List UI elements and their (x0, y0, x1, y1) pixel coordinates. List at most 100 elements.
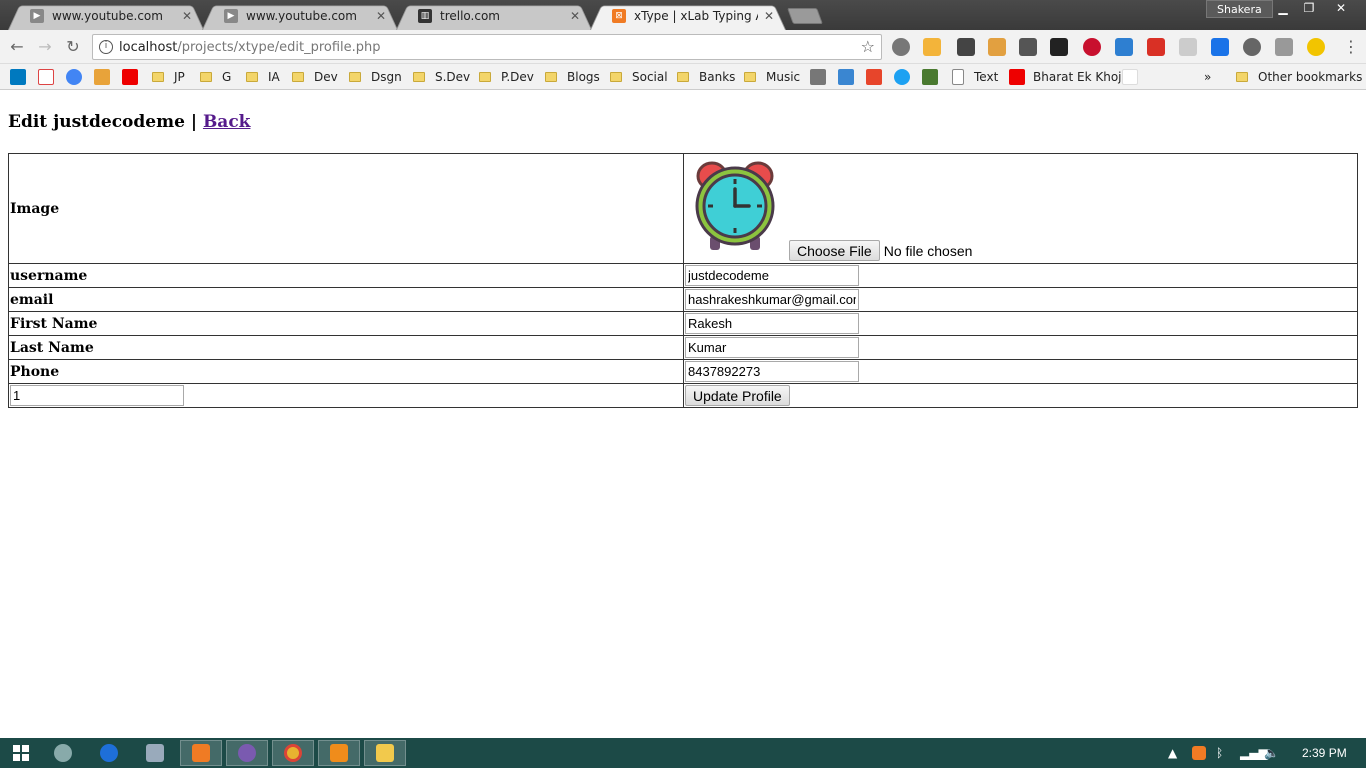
email-input[interactable] (685, 289, 859, 310)
menu-icon[interactable]: ⋮ (1343, 37, 1359, 56)
google-bookmark[interactable] (66, 68, 82, 86)
xampp-icon (192, 744, 210, 762)
url-text[interactable]: localhost/projects/xtype/edit_profile.ph… (119, 40, 381, 55)
taskbar-app-3[interactable] (134, 740, 176, 766)
taskbar-chrome[interactable] (272, 740, 314, 766)
bookmarks-overflow-chevron-icon[interactable]: » (1204, 68, 1211, 86)
bookmark-folder-music[interactable]: Music (744, 68, 800, 86)
bookmark-site-3[interactable] (866, 68, 882, 86)
tray-chevron-icon[interactable]: ▲ (1168, 738, 1177, 768)
bookmark-folder-g[interactable]: G (200, 68, 231, 86)
close-icon[interactable]: ✕ (376, 9, 386, 23)
bookmark-folder-blogs[interactable]: Blogs (545, 68, 600, 86)
adblock-plus-icon[interactable] (1083, 38, 1101, 56)
update-cell: Update Profile (683, 383, 1358, 408)
tab-title: www.youtube.com (52, 9, 163, 23)
back-link[interactable]: Back (203, 112, 251, 132)
info-icon[interactable]: i (99, 40, 113, 54)
back-arrow-icon[interactable]: ← (6, 36, 28, 58)
bookmark-label: S.Dev (435, 70, 471, 84)
close-icon[interactable]: ✕ (764, 9, 774, 23)
person-extension-icon[interactable] (1019, 38, 1037, 56)
bookmark-folder-jp[interactable]: JP (152, 68, 185, 86)
taskbar-explorer[interactable] (364, 740, 406, 766)
phone-label: Phone (8, 359, 684, 384)
bookmark-folder-ia[interactable]: IA (246, 68, 280, 86)
tab-xtype[interactable]: ⊠ xType | xLab Typing App ✕ (590, 2, 786, 30)
crown-icon (1122, 69, 1138, 85)
list-extension-icon[interactable] (1275, 38, 1293, 56)
id-input[interactable] (10, 385, 184, 406)
bookmark-crown[interactable] (1122, 68, 1138, 86)
trello-bookmark[interactable] (10, 68, 26, 86)
table-row: username (8, 263, 1358, 288)
restore-icon[interactable]: ❐ (1296, 0, 1322, 18)
bookmark-label: Banks (699, 70, 736, 84)
bookmark-folder-social[interactable]: Social (610, 68, 668, 86)
start-button[interactable] (0, 740, 42, 766)
bookmark-folder-banks[interactable]: Banks (677, 68, 735, 86)
bookmark-folder-pdev[interactable]: P.Dev (479, 68, 534, 86)
ruler-extension-icon[interactable] (988, 38, 1006, 56)
gmail-bookmark[interactable] (38, 68, 54, 86)
site-icon (810, 69, 826, 85)
table-row: email (8, 287, 1358, 312)
bookmark-folder-sdev[interactable]: S.Dev (413, 68, 470, 86)
taskbar-xampp[interactable] (180, 740, 222, 766)
table-row: Update Profile (8, 383, 1358, 408)
reload-icon[interactable]: ↻ (62, 36, 84, 58)
bookmark-site-1[interactable] (810, 68, 826, 86)
yellow-extension-icon[interactable] (1307, 38, 1325, 56)
apps-bookmark[interactable] (94, 68, 110, 86)
bluetooth-icon[interactable]: ᛒ (1216, 738, 1223, 768)
taskbar-app-5[interactable] (226, 740, 268, 766)
close-icon[interactable]: ✕ (570, 9, 580, 23)
mail-extension-icon[interactable] (923, 38, 941, 56)
volume-icon[interactable]: 🔈 (1264, 738, 1279, 768)
tray-xampp-icon[interactable] (1192, 738, 1206, 768)
bookmark-site-4[interactable] (894, 68, 910, 86)
phone-input[interactable] (685, 361, 859, 382)
first-name-input[interactable] (685, 313, 859, 334)
bookmark-star-icon[interactable]: ☆ (861, 37, 875, 56)
last-name-input[interactable] (685, 337, 859, 358)
profile-name-badge[interactable]: Shakera (1206, 0, 1273, 18)
bookmark-bharat[interactable]: Bharat Ek Khoj (1009, 68, 1122, 86)
new-extension-icon[interactable] (1115, 38, 1133, 56)
settings-extension-icon[interactable] (892, 38, 910, 56)
username-input[interactable] (685, 265, 859, 286)
bookmark-site-2[interactable] (838, 68, 854, 86)
sublime-text-icon (330, 744, 348, 762)
minimize-icon[interactable]: ▁ (1270, 0, 1296, 18)
close-window-icon[interactable]: ✕ (1326, 0, 1356, 18)
address-bar[interactable]: i localhost/projects/xtype/edit_profile.… (92, 34, 882, 60)
ninja-extension-icon[interactable] (1050, 38, 1068, 56)
bookmark-folder-dsgn[interactable]: Dsgn (349, 68, 402, 86)
choose-file-button[interactable]: Choose File (789, 240, 880, 261)
tab-trello[interactable]: ▥ trello.com ✕ (396, 2, 592, 30)
tab-youtube-2[interactable]: ▶ www.youtube.com ✕ (202, 2, 398, 30)
taskbar-clock[interactable]: 2:39 PM (1302, 746, 1347, 760)
new-tab-button[interactable] (787, 8, 823, 24)
profile-image (694, 158, 776, 257)
bookmark-site-5[interactable] (922, 68, 938, 86)
taskbar-firefox[interactable] (88, 740, 130, 766)
eyedropper-extension-icon[interactable] (957, 38, 975, 56)
table-row: Image Choose File No file chosen (8, 153, 1358, 264)
close-icon[interactable]: ✕ (182, 9, 192, 23)
bookmark-text[interactable]: Text (952, 68, 998, 86)
site-icon (894, 69, 910, 85)
forward-arrow-icon[interactable]: → (34, 36, 56, 58)
bookmarks-bar: JP G IA Dev Dsgn S.Dev P.Dev Blogs Socia… (0, 64, 1366, 90)
grey-extension-icon[interactable] (1179, 38, 1197, 56)
red-extension-icon[interactable] (1147, 38, 1165, 56)
bookmark-folder-dev[interactable]: Dev (292, 68, 338, 86)
update-profile-button[interactable]: Update Profile (685, 385, 790, 406)
tab-youtube-1[interactable]: ▶ www.youtube.com ✕ (8, 2, 204, 30)
other-bookmarks[interactable]: Other bookmarks (1236, 68, 1362, 86)
youtube-bookmark[interactable] (122, 68, 138, 86)
sync-extension-icon[interactable] (1243, 38, 1261, 56)
download-extension-icon[interactable] (1211, 38, 1229, 56)
taskbar-sublime[interactable] (318, 740, 360, 766)
taskbar-app-1[interactable] (42, 740, 84, 766)
